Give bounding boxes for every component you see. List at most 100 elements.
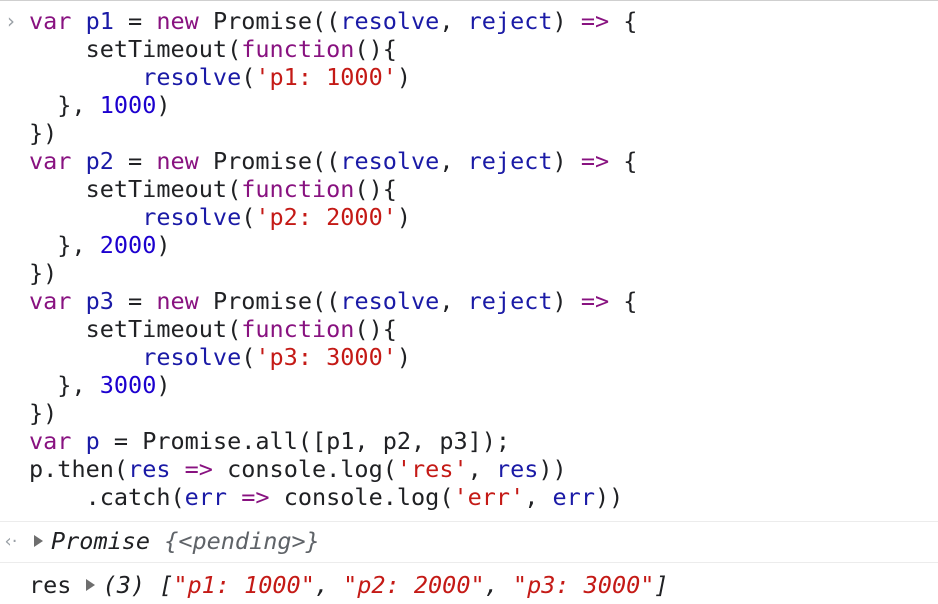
code-token: 2000 [99, 231, 157, 259]
code-token: setTimeout( [29, 175, 242, 203]
code-token: ) [396, 343, 412, 371]
array-item-string: "p2: 2000" [343, 571, 485, 599]
code-token: )) [538, 455, 567, 483]
code-line: p.then(res => console.log('res', res)) [29, 455, 637, 483]
code-token: setTimeout( [29, 35, 242, 63]
expand-triangle-icon[interactable] [34, 535, 43, 547]
code-token: p1 [85, 7, 114, 35]
code-token: p2 [85, 147, 114, 175]
code-token: err [552, 483, 595, 511]
return-prompt-icon: ‹· [4, 531, 18, 552]
log-message: res (3) ["p1: 1000", "p2: 2000", "p3: 30… [29, 571, 669, 599]
code-token: , [439, 287, 468, 315]
code-token: err [184, 483, 228, 511]
code-token: reject [467, 287, 553, 315]
code-token: resolve [340, 287, 440, 315]
code-token: 'p1: 1000' [255, 63, 397, 91]
code-token: Promise(( [198, 7, 341, 35]
code-token: reject [467, 147, 553, 175]
code-token: resolve [142, 343, 242, 371]
array-items: "p1: 1000", "p2: 2000", "p3: 3000" [173, 571, 654, 599]
code-token: => [580, 7, 610, 35]
code-line: var p3 = new Promise((resolve, reject) =… [29, 287, 637, 315]
code-token: var [29, 287, 72, 315]
code-token: , [439, 147, 468, 175]
code-token: }) [29, 119, 58, 147]
code-token: resolve [142, 203, 242, 231]
promise-object-value: {<pending>} [150, 527, 320, 555]
array-item-string: "p3: 3000" [512, 571, 655, 599]
code-token: Promise(( [198, 147, 341, 175]
code-token: ) [552, 7, 581, 35]
code-token: p3 [85, 287, 114, 315]
code-token: }, [29, 231, 100, 259]
code-token: function [241, 315, 355, 343]
array-separator: , [484, 571, 513, 599]
code-token: ) [552, 147, 581, 175]
code-token: Promise(( [198, 287, 341, 315]
code-token: = [113, 287, 157, 315]
code-line: var p = Promise.all([p1, p2, p3]); [29, 427, 637, 455]
code-token: resolve [340, 147, 440, 175]
code-token: ) [156, 371, 171, 399]
code-line: resolve('p1: 1000') [29, 63, 637, 91]
console-log-entry: res (3) ["p1: 1000", "p2: 2000", "p3: 30… [0, 562, 938, 604]
code-token: = [113, 7, 157, 35]
code-line: }) [29, 399, 637, 427]
code-token: , [439, 7, 468, 35]
array-separator: , [314, 571, 344, 599]
code-token: console.log( [269, 483, 454, 511]
code-token: { [609, 7, 638, 35]
code-token: { [609, 287, 638, 315]
code-token: ( [241, 203, 256, 231]
code-token: => [580, 287, 610, 315]
code-line: setTimeout(function(){ [29, 175, 637, 203]
array-preview[interactable]: (3) ["p1: 1000", "p2: 2000", "p3: 3000"] [85, 571, 669, 599]
code-token: 'p3: 3000' [255, 343, 397, 371]
code-token: }) [29, 259, 58, 287]
code-token: p [85, 427, 100, 455]
code-token: }, [29, 371, 100, 399]
code-token: function [241, 35, 355, 63]
code-token: res [128, 455, 171, 483]
code-token: 'err' [453, 483, 525, 511]
code-token: 3000 [99, 371, 157, 399]
code-token: )) [594, 483, 624, 511]
code-block[interactable]: var p1 = new Promise((resolve, reject) =… [29, 7, 637, 511]
code-token: (){ [354, 175, 397, 203]
code-token: p.then( [29, 455, 129, 483]
code-token: }, [29, 91, 100, 119]
code-token: => [580, 147, 610, 175]
code-token: ) [552, 287, 581, 315]
array-open-bracket: [ [145, 571, 174, 599]
code-token: }) [29, 399, 58, 427]
code-line: var p2 = new Promise((resolve, reject) =… [29, 147, 637, 175]
code-line: var p1 = new Promise((resolve, reject) =… [29, 7, 637, 35]
code-token: ) [396, 63, 412, 91]
code-token: new [156, 7, 199, 35]
code-token: resolve [340, 7, 440, 35]
code-token: ) [396, 203, 412, 231]
code-token: resolve [142, 63, 242, 91]
code-token: 'p2: 2000' [255, 203, 397, 231]
promise-object-name: Promise [51, 527, 151, 555]
array-item-string: "p1: 1000" [173, 571, 315, 599]
code-line: }) [29, 259, 637, 287]
promise-return-value[interactable]: Promise {<pending>} [34, 527, 320, 555]
code-line: setTimeout(function(){ [29, 35, 637, 63]
code-token: function [241, 175, 355, 203]
code-token: (){ [354, 315, 397, 343]
code-token: new [156, 287, 199, 315]
code-token: new [156, 147, 199, 175]
expand-triangle-icon[interactable] [85, 579, 95, 591]
code-token: var [29, 427, 72, 455]
code-line: }, 3000) [29, 371, 637, 399]
code-line: setTimeout(function(){ [29, 315, 637, 343]
code-line: }, 1000) [29, 91, 637, 119]
